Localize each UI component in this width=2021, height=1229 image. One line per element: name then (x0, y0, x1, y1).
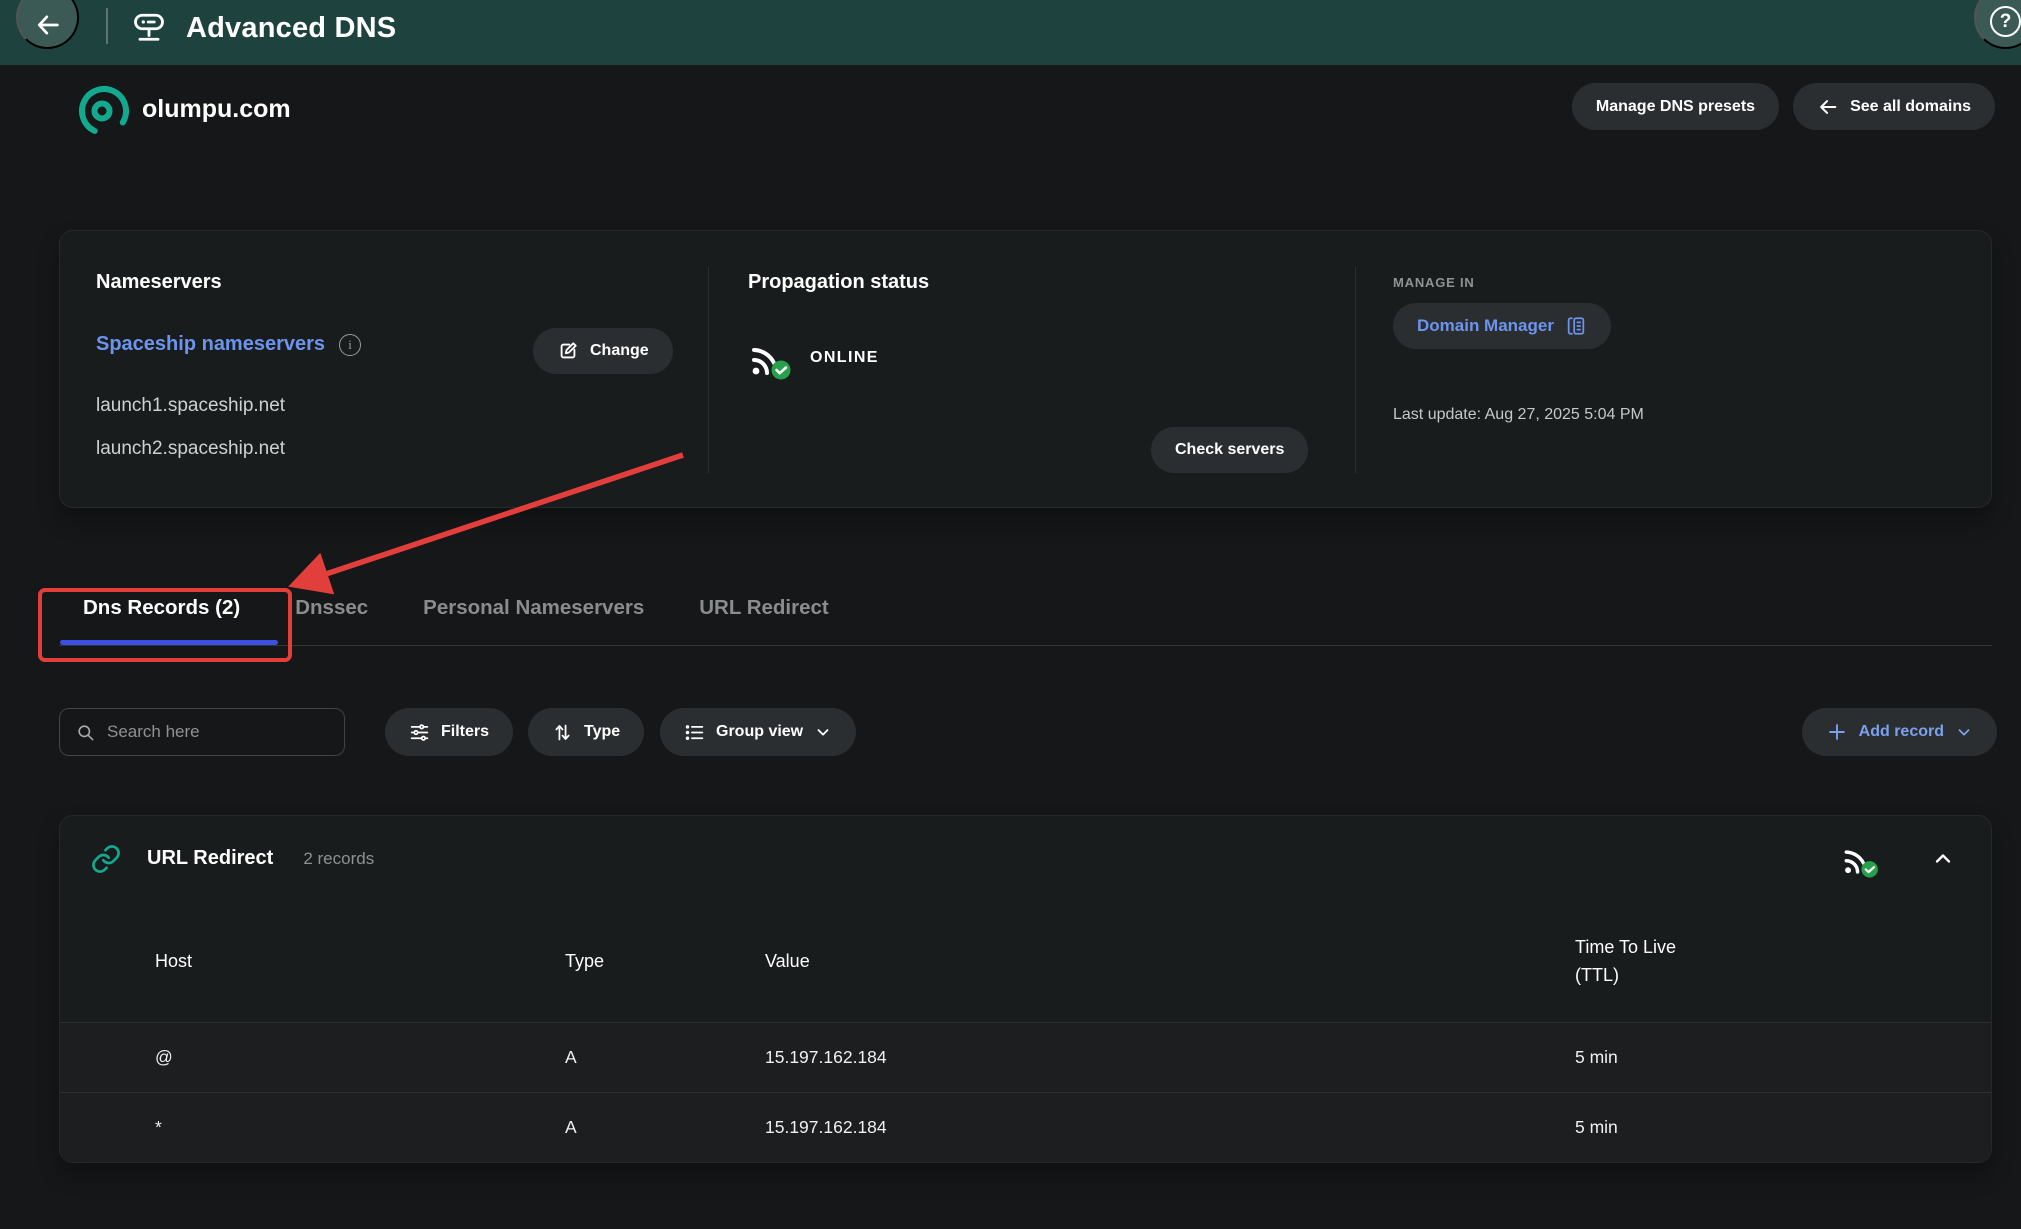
manage-in-label: MANAGE IN (1393, 275, 1475, 290)
column-header-value: Value (765, 948, 1575, 976)
edit-icon (557, 340, 579, 362)
cell-ttl: 5 min (1575, 1047, 1991, 1068)
group-title: URL Redirect (147, 847, 273, 870)
info-icon[interactable]: i (339, 334, 361, 356)
cell-type: A (565, 1117, 765, 1138)
nameservers-provider-link[interactable]: Spaceship nameservers (96, 333, 325, 356)
column-header-host: Host (155, 948, 565, 976)
group-header: URL Redirect 2 records (60, 816, 1991, 901)
cell-value: 15.197.162.184 (765, 1117, 1575, 1138)
cell-host: @ (155, 1047, 565, 1068)
tab-personal-nameservers[interactable]: Personal Nameservers (423, 596, 644, 620)
table-header-row: Host Type Value Time To Live (TTL) (60, 901, 1991, 1022)
add-record-button[interactable]: Add record (1802, 708, 1997, 756)
overview-card: Nameservers Spaceship nameservers i Chan… (59, 230, 1992, 508)
sort-arrows-icon (552, 722, 573, 743)
filters-icon (409, 722, 430, 743)
back-button[interactable] (16, 0, 79, 49)
manage-dns-presets-button[interactable]: Manage DNS presets (1572, 83, 1779, 130)
nameserver-1: launch1.spaceship.net (96, 395, 285, 417)
question-mark-icon: ? (1990, 6, 2021, 37)
check-servers-button[interactable]: Check servers (1151, 427, 1308, 473)
nameservers-heading: Nameservers (96, 271, 222, 294)
domain-name: olumpu.com (142, 95, 291, 124)
group-status-signal-icon (1841, 840, 1881, 878)
domain-manager-button[interactable]: Domain Manager (1393, 303, 1611, 349)
active-tab-underline (60, 640, 278, 645)
back-arrow-icon (34, 11, 62, 39)
table-row[interactable]: * A 15.197.162.184 5 min (60, 1092, 1991, 1162)
section-divider (708, 267, 709, 473)
section-divider (1355, 267, 1356, 473)
cell-type: A (565, 1047, 765, 1068)
tabs-baseline (59, 645, 1992, 646)
tab-url-redirect[interactable]: URL Redirect (699, 596, 829, 620)
tab-dns-records[interactable]: Dns Records (2) (83, 596, 240, 620)
table-row[interactable]: @ A 15.197.162.184 5 min (60, 1022, 1991, 1092)
collapse-group-button[interactable] (1925, 841, 1961, 877)
domain-manager-icon (1565, 315, 1587, 337)
last-update-text: Last update: Aug 27, 2025 5:04 PM (1393, 406, 1644, 424)
chevron-up-icon (1931, 847, 1955, 871)
group-record-count: 2 records (303, 849, 374, 869)
url-redirect-group-card: URL Redirect 2 records Host Type Value T… (59, 815, 1992, 1163)
online-status-label: ONLINE (810, 349, 879, 367)
column-header-ttl: Time To Live (TTL) (1575, 934, 1707, 990)
propagation-status: ONLINE (748, 336, 879, 380)
left-arrow-icon (1817, 96, 1839, 118)
chevron-down-icon (1955, 723, 1973, 741)
nameserver-2: launch2.spaceship.net (96, 438, 285, 460)
link-icon (90, 843, 122, 875)
domain-header: olumpu.com Manage DNS presets See all do… (0, 65, 2021, 165)
chevron-down-icon (814, 723, 832, 741)
filters-button[interactable]: Filters (385, 708, 513, 756)
type-sort-button[interactable]: Type (528, 708, 644, 756)
change-nameservers-button[interactable]: Change (533, 328, 673, 374)
dns-app-icon (130, 10, 168, 46)
cell-value: 15.197.162.184 (765, 1047, 1575, 1068)
propagation-heading: Propagation status (748, 271, 929, 294)
column-header-type: Type (565, 948, 765, 976)
topbar-divider (106, 8, 108, 44)
page-title: Advanced DNS (186, 12, 396, 45)
cell-host: * (155, 1117, 565, 1138)
spaceship-logo-icon (74, 81, 134, 141)
see-all-domains-button[interactable]: See all domains (1793, 83, 1995, 130)
tab-dnssec[interactable]: Dnssec (295, 596, 368, 620)
search-icon (76, 722, 95, 743)
top-bar: Advanced DNS ? (0, 0, 2021, 65)
tabs: Dns Records (2) Dnssec Personal Nameserv… (59, 596, 829, 620)
cell-ttl: 5 min (1575, 1117, 1991, 1138)
signal-online-icon (748, 336, 794, 380)
plus-icon (1826, 721, 1848, 743)
list-icon (684, 722, 705, 743)
help-button[interactable]: ? (1974, 0, 2021, 49)
search-box (59, 708, 345, 756)
search-input[interactable] (107, 722, 328, 742)
group-view-button[interactable]: Group view (660, 708, 856, 756)
